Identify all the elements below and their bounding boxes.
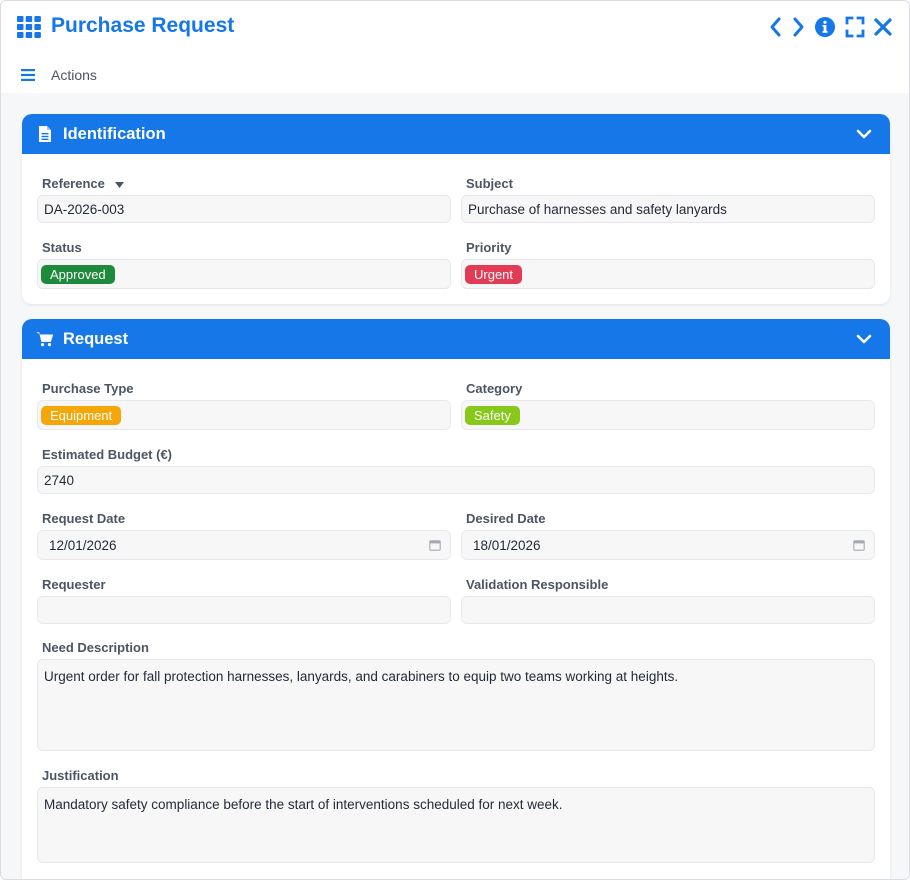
subject-label: Subject <box>466 176 513 191</box>
priority-field[interactable]: Urgent <box>461 259 875 289</box>
justification-field[interactable]: Mandatory safety compliance before the s… <box>37 787 875 863</box>
category-badge: Safety <box>465 405 520 425</box>
calendar-icon[interactable] <box>429 539 441 551</box>
requester-label: Requester <box>42 577 106 592</box>
actions-menu[interactable]: Actions <box>21 65 97 85</box>
identification-section: Identification Reference DA-2026-003 Sub… <box>22 114 890 304</box>
request-section: Request Purchase Type Equipment Category… <box>22 319 890 879</box>
info-icon[interactable] <box>814 15 836 39</box>
priority-label: Priority <box>466 240 512 255</box>
request-date-value: 12/01/2026 <box>49 537 117 553</box>
reference-label[interactable]: Reference <box>42 176 124 191</box>
title-bar: Purchase Request Actions <box>1 1 909 93</box>
validation-responsible-label: Validation Responsible <box>466 577 609 592</box>
chevron-down-icon[interactable] <box>856 332 872 346</box>
purchase-type-label: Purchase Type <box>42 381 134 396</box>
category-label: Category <box>466 381 523 396</box>
cart-icon <box>36 332 54 347</box>
menu-icon[interactable] <box>21 69 35 81</box>
budget-label: Estimated Budget (€) <box>42 447 173 462</box>
status-field[interactable]: Approved <box>37 259 451 289</box>
fullscreen-icon[interactable] <box>844 15 866 39</box>
request-date-field[interactable]: 12/01/2026 <box>37 530 451 560</box>
grid-icon[interactable] <box>17 16 41 38</box>
caret-down-icon[interactable] <box>114 181 124 188</box>
purchase-type-field[interactable]: Equipment <box>37 400 451 430</box>
desired-date-field[interactable]: 18/01/2026 <box>461 530 875 560</box>
request-date-label: Request Date <box>42 511 126 526</box>
reference-field[interactable]: DA-2026-003 <box>37 195 451 223</box>
identification-title: Identification <box>63 124 166 143</box>
actions-label: Actions <box>51 67 97 83</box>
request-title: Request <box>63 329 129 348</box>
calendar-icon[interactable] <box>853 539 865 551</box>
budget-field[interactable]: 2740 <box>37 466 875 494</box>
justification-label: Justification <box>42 768 119 783</box>
close-icon[interactable] <box>872 15 894 39</box>
status-badge: Approved <box>41 264 115 284</box>
purchase-request-window: Purchase Request Actions Identification … <box>0 0 910 880</box>
window-title: Purchase Request <box>51 14 235 37</box>
requester-field[interactable] <box>37 596 451 624</box>
need-description-label: Need Description <box>42 640 149 655</box>
chevron-right-icon[interactable] <box>787 15 809 39</box>
document-icon <box>39 126 51 142</box>
status-label: Status <box>42 240 82 255</box>
desired-date-value: 18/01/2026 <box>473 537 541 553</box>
identification-header[interactable]: Identification <box>22 114 890 154</box>
validation-responsible-field[interactable] <box>461 596 875 624</box>
desired-date-label: Desired Date <box>466 511 546 526</box>
request-header[interactable]: Request <box>22 319 890 359</box>
subject-field[interactable]: Purchase of harnesses and safety lanyard… <box>461 195 875 223</box>
purchase-type-badge: Equipment <box>41 405 122 425</box>
need-description-field[interactable]: Urgent order for fall protection harness… <box>37 659 875 751</box>
priority-badge: Urgent <box>465 264 523 284</box>
reference-label-text: Reference <box>42 176 105 191</box>
category-field[interactable]: Safety <box>461 400 875 430</box>
chevron-down-icon[interactable] <box>856 127 872 141</box>
chevron-left-icon[interactable] <box>765 15 787 39</box>
